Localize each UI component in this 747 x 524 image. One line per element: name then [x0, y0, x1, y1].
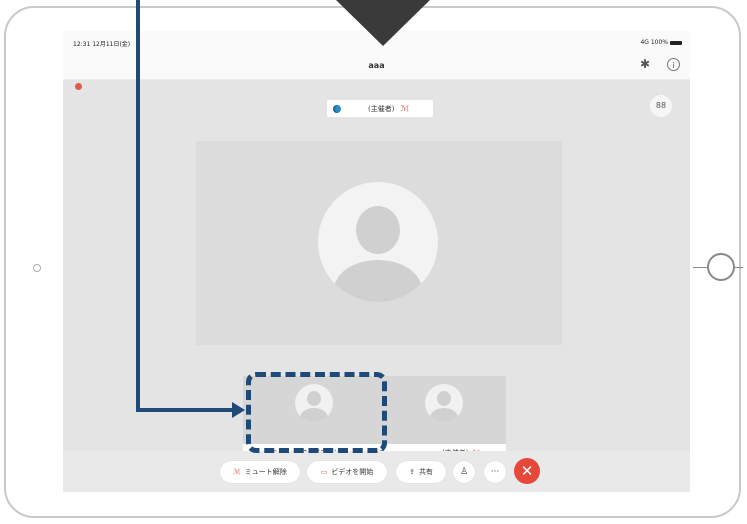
active-speaker-label: (主催者) ℳ — [327, 100, 433, 117]
start-video-button[interactable]: ▭ ビデオを開始 — [307, 461, 387, 483]
status-text: 4G 100% — [640, 39, 668, 46]
muted-mic-icon: ℳ — [233, 468, 241, 476]
end-call-button[interactable]: ✕ — [514, 458, 540, 484]
host-video-thumbnail[interactable]: (主催者) ℳ — [373, 376, 506, 462]
annotation-line-horizontal — [136, 408, 234, 412]
speaker-name: (主催者) — [368, 104, 395, 113]
unmute-label: ミュート解除 — [244, 468, 287, 476]
unmute-button[interactable]: ℳ ミュート解除 — [220, 461, 300, 483]
home-button[interactable] — [707, 253, 735, 281]
meeting-title: aaa — [368, 61, 385, 70]
notification-badge[interactable] — [75, 83, 82, 90]
meeting-toolbar: ℳ ミュート解除 ▭ ビデオを開始 ⇪ 共有 ♙ ··· ✕ — [63, 451, 690, 492]
main-video-tile[interactable] — [196, 141, 562, 345]
camera-dot — [33, 264, 41, 272]
status-indicators: 4G 100% — [640, 39, 682, 46]
more-button[interactable]: ··· — [484, 461, 506, 483]
share-label: 共有 — [418, 468, 433, 476]
bluetooth-icon[interactable]: ✱ — [640, 57, 650, 71]
pointer-triangle — [336, 0, 430, 46]
nav-bar: aaa ✱ i — [63, 53, 690, 80]
status-time: 12:31 12月11日(金) — [73, 41, 131, 48]
info-icon[interactable]: i — [667, 58, 680, 71]
share-icon: ⇪ — [409, 468, 415, 476]
battery-icon — [670, 40, 682, 45]
participants-icon[interactable]: ♙ — [453, 461, 475, 483]
annotation-arrow-icon — [232, 402, 245, 418]
muted-mic-icon: ℳ — [400, 104, 410, 113]
video-off-icon: ▭ — [320, 468, 328, 476]
self-thumbnail-highlight — [246, 372, 387, 453]
avatar — [425, 384, 463, 422]
host-icon — [333, 104, 341, 113]
avatar — [318, 182, 438, 302]
start-video-label: ビデオを開始 — [331, 468, 374, 476]
share-button[interactable]: ⇪ 共有 — [396, 461, 446, 483]
annotation-line-vertical — [136, 0, 140, 412]
gallery-view-button[interactable]: 88 — [650, 95, 672, 117]
